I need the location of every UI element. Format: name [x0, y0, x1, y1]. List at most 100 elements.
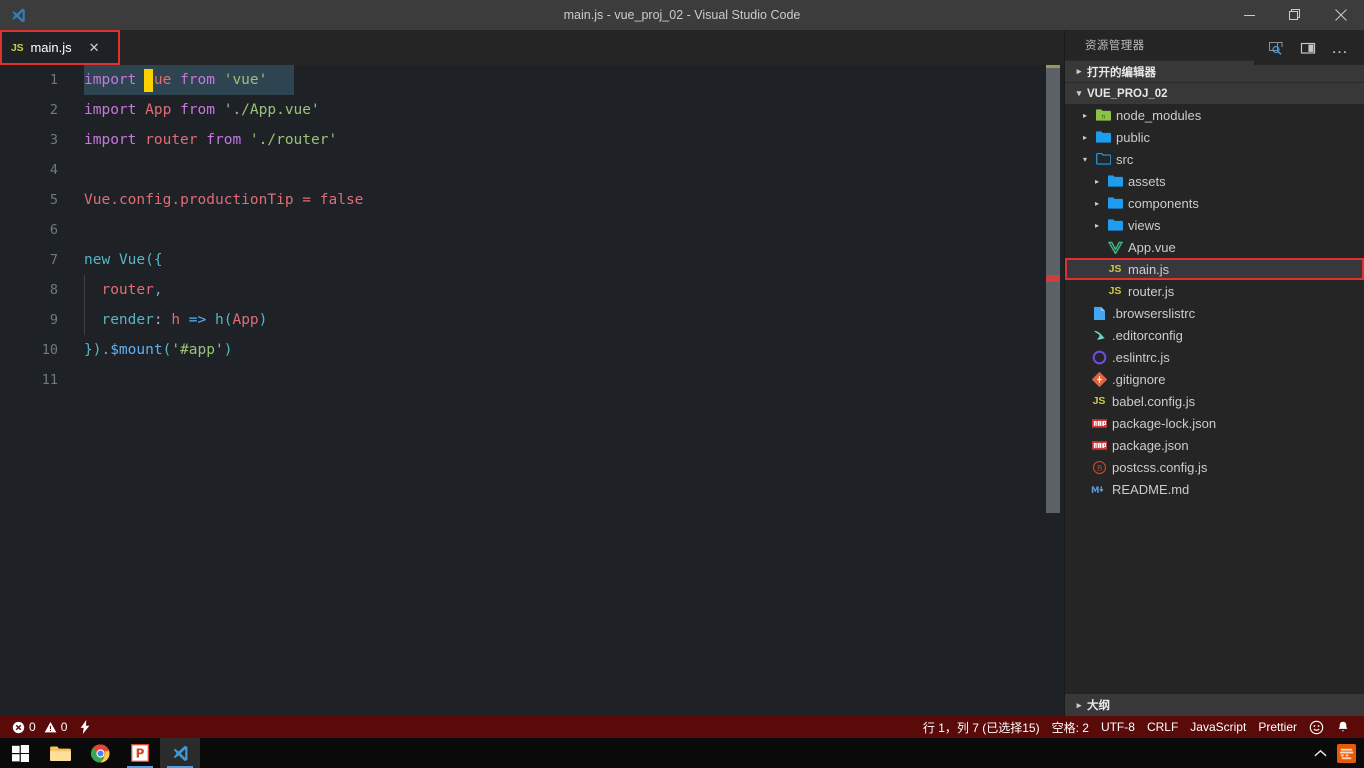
- tree-item-label: src: [1116, 151, 1134, 167]
- minimize-button[interactable]: [1226, 0, 1272, 30]
- line-content: }).$mount('#app'): [84, 342, 233, 358]
- file-explorer-button[interactable]: [40, 738, 80, 768]
- editor-vertical-scrollbar[interactable]: [1046, 65, 1060, 513]
- eol-setting[interactable]: CRLF: [1141, 716, 1184, 738]
- line-content: render: h => h(App): [101, 312, 268, 328]
- encoding-setting[interactable]: UTF-8: [1095, 716, 1141, 738]
- line-number: 1: [49, 72, 58, 88]
- tab-main-js[interactable]: JS main.js ✕: [0, 30, 120, 65]
- language-mode[interactable]: JavaScript: [1184, 716, 1252, 738]
- tree-item-package-json[interactable]: package.json: [1065, 434, 1364, 456]
- folder-open-icon: [1093, 152, 1113, 166]
- line-number: 11: [41, 372, 58, 388]
- section-project-root[interactable]: ▾ VUE_PROJ_02: [1065, 82, 1364, 104]
- smiley-icon[interactable]: [1303, 716, 1330, 738]
- tree-item-src[interactable]: ▾ src: [1065, 148, 1364, 170]
- lightning-icon[interactable]: [73, 716, 97, 738]
- cursor-position[interactable]: 行 1，列 7 (已选择15): [917, 716, 1046, 738]
- code-line: 10 }).$mount('#app'): [0, 335, 1064, 365]
- line-number: 10: [41, 342, 58, 358]
- text-cursor: [144, 69, 153, 92]
- status-bar-right: 行 1，列 7 (已选择15) 空格: 2 UTF-8 CRLF JavaScr…: [917, 716, 1364, 738]
- code-line: 1 import Vue from 'vue': [0, 65, 1064, 95]
- warning-count: 0: [60, 720, 68, 734]
- preview-side-icon[interactable]: [1262, 34, 1290, 62]
- js-file-icon: JS: [1108, 263, 1122, 275]
- tree-item-label: package.json: [1112, 437, 1189, 453]
- code-editor[interactable]: 1 import Vue from 'vue' 2 import App fro…: [0, 65, 1064, 716]
- js-file-icon: JS: [1092, 395, 1106, 407]
- tree-item-label: postcss.config.js: [1112, 459, 1208, 475]
- chevron-right-icon[interactable]: ▸: [1077, 111, 1093, 120]
- line-number: 6: [49, 222, 58, 238]
- scrollbar-cursor-marker: [1046, 65, 1060, 68]
- tree-item-app-vue[interactable]: App.vue: [1065, 236, 1364, 258]
- ellipsis-icon[interactable]: …: [1326, 34, 1354, 62]
- tree-item-editorconfig[interactable]: .editorconfig: [1065, 324, 1364, 346]
- problems-status[interactable]: 0 0: [6, 716, 73, 738]
- status-bar: 0 0 行 1，列 7 (已选择15) 空格: 2 UTF-8 CRLF Jav…: [0, 716, 1364, 738]
- tree-item-browserslistrc[interactable]: .browserslistrc: [1065, 302, 1364, 324]
- maximize-restore-button[interactable]: [1272, 0, 1318, 30]
- tree-item-label: .browserslistrc: [1112, 305, 1196, 321]
- svg-text:n: n: [1101, 112, 1105, 120]
- code-line: 11: [0, 365, 1064, 395]
- scrollbar-change-marker: [1046, 275, 1060, 282]
- js-file-icon: JS: [11, 41, 24, 54]
- line-content: import App from './App.vue': [84, 102, 320, 118]
- tree-item-eslintrc-js[interactable]: .eslintrc.js: [1065, 346, 1364, 368]
- postcss-icon: B: [1089, 460, 1109, 475]
- section-label: VUE_PROJ_02: [1087, 87, 1168, 100]
- tree-item-label: .editorconfig: [1112, 327, 1183, 343]
- explorer-sidebar: 资源管理器 ▸ 打开的编辑器 ▾ VUE_PROJ_02 ▸ n node_mo…: [1064, 30, 1364, 716]
- chevron-up-icon[interactable]: [1314, 749, 1327, 758]
- google-chrome-button[interactable]: [80, 738, 120, 768]
- start-button[interactable]: [0, 738, 40, 768]
- windows-taskbar: P: [0, 738, 1364, 768]
- tree-item-package-lock-json[interactable]: package-lock.json: [1065, 412, 1364, 434]
- editorconfig-icon: [1089, 328, 1109, 343]
- tree-item-components[interactable]: ▸ components: [1065, 192, 1364, 214]
- tree-item-label: README.md: [1112, 481, 1190, 497]
- status-bar-left: 0 0: [0, 716, 97, 738]
- chevron-right-icon[interactable]: ▸: [1089, 221, 1105, 230]
- close-icon[interactable]: ✕: [86, 40, 103, 55]
- tab-label: main.js: [30, 40, 72, 55]
- code-line: 2 import App from './App.vue': [0, 95, 1064, 125]
- close-button[interactable]: [1318, 0, 1364, 30]
- tree-item-assets[interactable]: ▸ assets: [1065, 170, 1364, 192]
- tree-item-node_modules[interactable]: ▸ n node_modules: [1065, 104, 1364, 126]
- formatter-status[interactable]: Prettier: [1252, 716, 1303, 738]
- bell-icon[interactable]: [1330, 716, 1356, 738]
- tree-item-label: public: [1116, 129, 1150, 145]
- powerpoint-button[interactable]: P: [120, 738, 160, 768]
- tree-item-gitignore[interactable]: .gitignore: [1065, 368, 1364, 390]
- orange-app-icon[interactable]: [1337, 743, 1356, 763]
- code-line: 5 Vue.config.productionTip = false: [0, 185, 1064, 215]
- chevron-down-icon[interactable]: ▾: [1077, 155, 1093, 164]
- section-outline[interactable]: ▸ 大纲: [1065, 694, 1364, 716]
- eslint-icon: [1089, 350, 1109, 365]
- tree-item-router-js[interactable]: JS router.js: [1065, 280, 1364, 302]
- indentation-setting[interactable]: 空格: 2: [1046, 716, 1095, 738]
- chevron-right-icon[interactable]: ▸: [1089, 177, 1105, 186]
- tree-item-public[interactable]: ▸ public: [1065, 126, 1364, 148]
- section-label: 打开的编辑器: [1087, 66, 1156, 79]
- tree-item-readme-md[interactable]: M README.md: [1065, 478, 1364, 500]
- markdown-icon: M: [1089, 484, 1109, 495]
- tree-item-main-js[interactable]: JS main.js: [1065, 258, 1364, 280]
- error-count: 0: [29, 720, 36, 734]
- visual-studio-code-button[interactable]: [160, 738, 200, 768]
- line-number: 9: [49, 312, 58, 328]
- tree-item-babel-config-js[interactable]: JS babel.config.js: [1065, 390, 1364, 412]
- warning-triangle-icon: [44, 721, 57, 734]
- chevron-right-icon[interactable]: ▸: [1089, 199, 1105, 208]
- tree-item-views[interactable]: ▸ views: [1065, 214, 1364, 236]
- chevron-right-icon[interactable]: ▸: [1077, 133, 1093, 142]
- line-content: import router from './router': [84, 132, 338, 148]
- section-label: 大纲: [1087, 700, 1110, 712]
- code-line: 7 new Vue({: [0, 245, 1064, 275]
- tree-item-postcss-config-js[interactable]: B postcss.config.js: [1065, 456, 1364, 478]
- svg-text:P: P: [136, 746, 145, 760]
- split-editor-icon[interactable]: [1294, 34, 1322, 62]
